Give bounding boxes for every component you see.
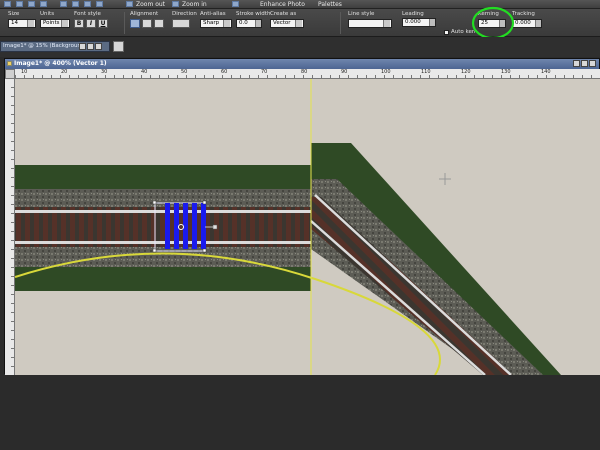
- zoom-out-button[interactable]: Zoom out: [136, 1, 165, 8]
- horizontal-ruler[interactable]: 10 20 30 40 50 60 70 80 90 100 110 120 1…: [15, 69, 600, 79]
- line-style-label: Line style: [348, 11, 375, 17]
- close-button[interactable]: [95, 43, 102, 50]
- alignment-label: Alignment: [130, 11, 159, 17]
- ruler-mark: 130: [501, 69, 511, 75]
- ruler-mark: 40: [141, 69, 148, 75]
- auto-kern-checkbox[interactable]: [444, 30, 449, 35]
- ruler-corner[interactable]: [5, 69, 15, 79]
- bold-button[interactable]: B: [74, 19, 84, 28]
- horizontal-track: [15, 165, 311, 291]
- minimize-button[interactable]: [573, 60, 580, 67]
- ruler-mark: 50: [181, 69, 188, 75]
- ruler-mark: 110: [421, 69, 431, 75]
- ruler-mark: 90: [341, 69, 348, 75]
- minimized-document[interactable]: Image1* @ 15% (Background): [0, 41, 110, 52]
- ruler-mark: 30: [101, 69, 108, 75]
- align-right-icon[interactable]: [154, 19, 164, 28]
- align-center-icon[interactable]: [142, 19, 152, 28]
- grass-strip-top: [15, 165, 311, 189]
- underline-button[interactable]: U: [98, 19, 108, 28]
- size-label: Size: [8, 11, 20, 17]
- image-window-title: Image1* @ 400% (Vector 1): [14, 60, 107, 67]
- leading-field[interactable]: 0.000: [402, 18, 436, 27]
- enhance-photo-menu[interactable]: Enhance Photo: [260, 1, 305, 8]
- restore-button[interactable]: [79, 43, 86, 50]
- maximize-button[interactable]: [581, 60, 588, 67]
- open-icon[interactable]: [16, 1, 23, 7]
- zoom-in-icon[interactable]: [172, 1, 179, 7]
- line-style-select[interactable]: [348, 19, 392, 28]
- diagonal-track: [310, 143, 561, 375]
- resize-handle[interactable]: [152, 200, 157, 205]
- ruler-mark: 80: [301, 69, 308, 75]
- copy-icon[interactable]: [96, 1, 103, 7]
- maximize-button[interactable]: [87, 43, 94, 50]
- zoom-out-icon[interactable]: [126, 1, 133, 7]
- ruler-mark: 100: [381, 69, 391, 75]
- cut-icon[interactable]: [84, 1, 91, 7]
- create-as-label: Create as: [270, 11, 297, 17]
- tracking-field[interactable]: 0.000: [512, 19, 542, 28]
- ruler-mark: 140: [541, 69, 551, 75]
- ruler-mark: 70: [261, 69, 268, 75]
- direction-label: Direction: [172, 11, 197, 17]
- save-icon[interactable]: [60, 1, 67, 7]
- document-thumbnail-icon[interactable]: [113, 41, 124, 52]
- italic-button[interactable]: I: [86, 19, 96, 28]
- rail-top: [15, 210, 311, 213]
- antialias-select[interactable]: Sharp: [200, 19, 232, 28]
- units-select[interactable]: Points: [40, 19, 70, 28]
- direction-dropdown-icon[interactable]: [172, 19, 190, 28]
- stroke-width-field[interactable]: 0.0: [236, 19, 262, 28]
- diagonal-ballast: [311, 179, 543, 375]
- adjust-icon[interactable]: [232, 1, 239, 7]
- ruler-mark: 120: [461, 69, 471, 75]
- image-icon: [7, 61, 12, 66]
- minimized-document-title: Image1* @ 15% (Background): [3, 43, 87, 49]
- palettes-menu[interactable]: Palettes: [318, 1, 342, 8]
- print-icon[interactable]: [72, 1, 79, 7]
- image-window-titlebar[interactable]: Image1* @ 400% (Vector 1): [5, 59, 599, 69]
- crosshair-cursor-icon: [439, 173, 451, 185]
- units-label: Units: [40, 11, 55, 17]
- zoom-in-button[interactable]: Zoom in: [182, 1, 207, 8]
- close-button[interactable]: [589, 60, 596, 67]
- redo-icon[interactable]: [40, 1, 47, 7]
- minimized-window-buttons: [79, 43, 102, 50]
- ruler-mark: 10: [21, 69, 28, 75]
- canvas-artwork: [15, 79, 561, 375]
- create-as-select[interactable]: Vector: [270, 19, 304, 28]
- ruler-mark: 60: [221, 69, 228, 75]
- image-canvas[interactable]: [15, 79, 600, 375]
- kerning-highlight-ellipse: [471, 6, 515, 40]
- selection-bar: [192, 203, 197, 249]
- window-buttons: [573, 60, 596, 67]
- rotate-handle[interactable]: [212, 224, 218, 230]
- antialias-label: Anti-alias: [200, 11, 226, 17]
- workspace-background: [0, 375, 600, 450]
- font-style-label: Font style: [74, 11, 101, 17]
- ballast-top: [15, 189, 311, 207]
- stroke-width-label: Stroke width: [236, 11, 271, 17]
- separator: [124, 12, 125, 34]
- separator: [340, 12, 341, 34]
- size-field[interactable]: 14: [8, 19, 36, 28]
- rail-bottom: [15, 241, 311, 244]
- ruler-mark: 20: [61, 69, 68, 75]
- resize-handle[interactable]: [202, 200, 207, 205]
- app-icon[interactable]: [4, 1, 11, 7]
- leading-label: Leading: [402, 11, 424, 17]
- resize-handle[interactable]: [202, 248, 207, 253]
- image-window: Image1* @ 400% (Vector 1) 10 20 30 40 50…: [4, 58, 600, 375]
- vertical-ruler[interactable]: [5, 79, 15, 375]
- selection-bar: [201, 203, 206, 249]
- resize-handle[interactable]: [152, 248, 157, 253]
- selection-bar: [165, 203, 170, 249]
- align-left-icon[interactable]: [130, 19, 140, 28]
- grass-strip-bottom: [15, 267, 311, 291]
- undo-icon[interactable]: [28, 1, 35, 7]
